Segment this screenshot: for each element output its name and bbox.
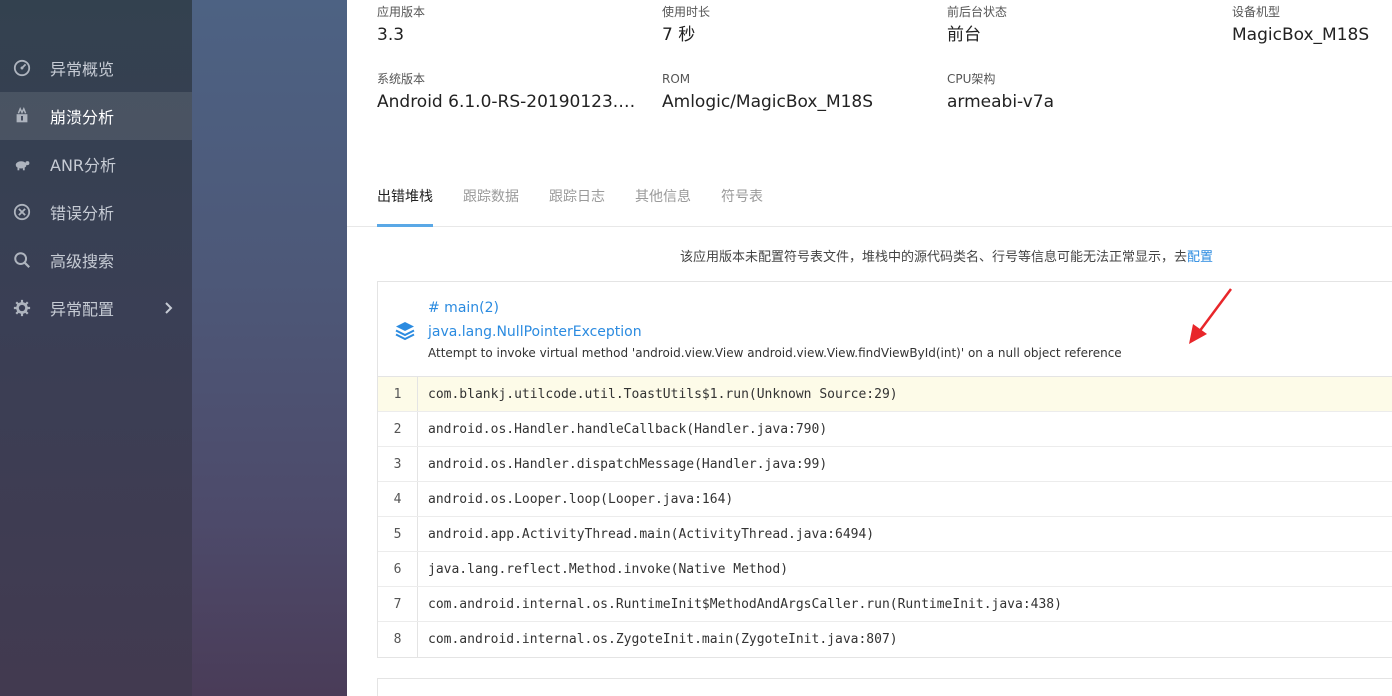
- sidebar-item-label: 错误分析: [50, 204, 115, 223]
- stack-row[interactable]: 8 com.android.internal.os.ZygoteInit.mai…: [378, 622, 1392, 657]
- stack-trace: 1 com.blankj.utilcode.util.ToastUtils$1.…: [377, 377, 1392, 658]
- line-number: 1: [378, 377, 418, 411]
- tab-stack[interactable]: 出错堆栈: [377, 176, 433, 227]
- info-app-version: 应用版本 3.3: [377, 5, 426, 45]
- layers-icon: [395, 322, 415, 341]
- tab-other-info[interactable]: 其他信息: [635, 176, 691, 227]
- info-duration: 使用时长 7 秒: [662, 5, 711, 45]
- stack-row[interactable]: 2 android.os.Handler.handleCallback(Hand…: [378, 412, 1392, 447]
- exception-summary: # main(2) java.lang.NullPointerException…: [377, 281, 1392, 377]
- sidebar: 异常概览 崩溃分析 ANR分析 错误分析 高级搜索 异常配置: [0, 0, 192, 696]
- tab-trace-data[interactable]: 跟踪数据: [463, 176, 519, 227]
- line-number: 2: [378, 412, 418, 446]
- stack-row[interactable]: 6 java.lang.reflect.Method.invoke(Native…: [378, 552, 1392, 587]
- stack-row[interactable]: 5 android.app.ActivityThread.main(Activi…: [378, 517, 1392, 552]
- info-cpu-arch: CPU架构 armeabi-v7a: [947, 72, 1055, 112]
- notice-text: 该应用版本未配置符号表文件，堆栈中的源代码类名、行号等信息可能无法正常显示，去: [680, 250, 1188, 265]
- stack-frame: com.android.internal.os.ZygoteInit.main(…: [428, 632, 898, 647]
- stack-row[interactable]: 3 android.os.Handler.dispatchMessage(Han…: [378, 447, 1392, 482]
- tab-symbol-table[interactable]: 符号表: [721, 176, 763, 227]
- turtle-icon: [12, 154, 32, 174]
- stack-row[interactable]: 1 com.blankj.utilcode.util.ToastUtils$1.…: [378, 377, 1392, 412]
- sidebar-item-crash[interactable]: 崩溃分析: [0, 92, 192, 140]
- error-circle-icon: [12, 202, 32, 222]
- line-number: 6: [378, 552, 418, 586]
- detail-tabs: 出错堆栈 跟踪数据 跟踪日志 其他信息 符号表: [347, 176, 1392, 227]
- stack-frame: android.os.Looper.loop(Looper.java:164): [428, 492, 734, 507]
- chevron-right-icon: [165, 302, 173, 314]
- search-icon: [12, 250, 32, 270]
- stack-frame: com.android.internal.os.RuntimeInit$Meth…: [428, 597, 1062, 612]
- crash-icon: [12, 106, 32, 126]
- gear-icon: [12, 298, 32, 318]
- sidebar-item-label: 高级搜索: [50, 252, 115, 271]
- next-section-box: [377, 678, 1392, 696]
- sidebar-item-overview[interactable]: 异常概览: [0, 44, 192, 92]
- sidebar-item-search[interactable]: 高级搜索: [0, 236, 192, 284]
- line-number: 3: [378, 447, 418, 481]
- stack-frame: android.os.Handler.dispatchMessage(Handl…: [428, 457, 828, 472]
- annotation-arrow-icon: [1189, 288, 1233, 344]
- line-number: 5: [378, 517, 418, 551]
- symbol-notice: 该应用版本未配置符号表文件，堆栈中的源代码类名、行号等信息可能无法正常显示，去配…: [680, 246, 1213, 265]
- stack-frame: android.app.ActivityThread.main(Activity…: [428, 527, 875, 542]
- sidebar-item-errors[interactable]: 错误分析: [0, 188, 192, 236]
- line-number: 4: [378, 482, 418, 516]
- sidebar-item-label: 崩溃分析: [50, 108, 115, 127]
- background-strip: [192, 0, 347, 696]
- exception-message: Attempt to invoke virtual method 'androi…: [428, 346, 1122, 360]
- stack-frame: android.os.Handler.handleCallback(Handle…: [428, 422, 828, 437]
- exception-type[interactable]: java.lang.NullPointerException: [428, 324, 642, 340]
- line-number: 7: [378, 587, 418, 621]
- tab-trace-log[interactable]: 跟踪日志: [549, 176, 605, 227]
- crash-detail-panel: 应用版本 3.3 使用时长 7 秒 前后台状态 前台 设备机型 MagicBox…: [347, 0, 1392, 696]
- info-os-version: 系统版本 Android 6.1.0-RS-20190123.11…: [377, 72, 645, 112]
- info-rom: ROM Amlogic/MagicBox_M18S: [662, 72, 874, 112]
- sidebar-item-label: 异常配置: [50, 300, 115, 319]
- stack-frame: java.lang.reflect.Method.invoke(Native M…: [428, 562, 789, 577]
- line-number: 8: [378, 622, 418, 657]
- config-link[interactable]: 配置: [1187, 250, 1213, 265]
- stack-row[interactable]: 4 android.os.Looper.loop(Looper.java:164…: [378, 482, 1392, 517]
- exception-thread[interactable]: # main(2): [428, 300, 499, 316]
- stack-row[interactable]: 7 com.android.internal.os.RuntimeInit$Me…: [378, 587, 1392, 622]
- sidebar-nav: 异常概览 崩溃分析 ANR分析 错误分析 高级搜索 异常配置: [0, 44, 192, 332]
- sidebar-item-label: 异常概览: [50, 60, 115, 79]
- sidebar-item-anr[interactable]: ANR分析: [0, 140, 192, 188]
- info-fg-state: 前后台状态 前台: [947, 5, 1008, 45]
- sidebar-item-label: ANR分析: [50, 156, 117, 175]
- dashboard-icon: [12, 58, 32, 78]
- stack-frame: com.blankj.utilcode.util.ToastUtils$1.ru…: [428, 387, 898, 402]
- sidebar-item-config[interactable]: 异常配置: [0, 284, 192, 332]
- info-device-model: 设备机型 MagicBox_M18S: [1232, 5, 1370, 45]
